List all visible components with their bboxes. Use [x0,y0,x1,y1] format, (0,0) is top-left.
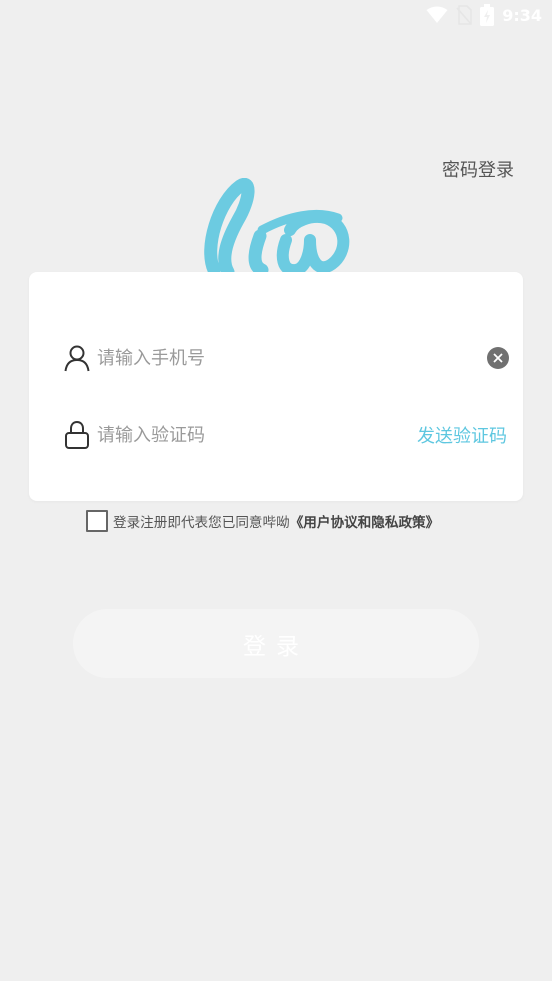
password-login-link[interactable]: 密码登录 [442,156,514,182]
send-code-button[interactable]: 发送验证码 [417,422,507,448]
agreement-row: 登录注册即代表您已同意哔呦 《用户协议和隐私政策》 [86,510,439,532]
agreement-checkbox[interactable] [86,510,108,532]
code-input[interactable] [97,417,417,453]
sim-off-icon [456,5,473,25]
lock-icon [62,420,92,450]
agreement-text: 登录注册即代表您已同意哔呦 [113,515,290,531]
phone-row [29,336,523,380]
agreement-link[interactable]: 《用户协议和隐私政策》 [290,511,440,531]
status-bar: 9:34 [0,0,552,30]
login-form-card: 发送验证码 [29,272,523,501]
wifi-icon [426,6,448,24]
liw-logo-icon [198,177,354,282]
code-row: 发送验证码 [29,413,523,457]
phone-input[interactable] [97,340,487,376]
login-screen: 9:34 密码登录 请输入手机号 请输入验证码 发送验证码 登录注册即代表您已同… [0,0,552,981]
clear-icon[interactable] [487,347,509,369]
login-button[interactable]: 登录 [73,609,479,678]
user-icon [62,343,92,373]
battery-charging-icon [480,4,495,26]
status-time: 9:34 [502,5,542,25]
